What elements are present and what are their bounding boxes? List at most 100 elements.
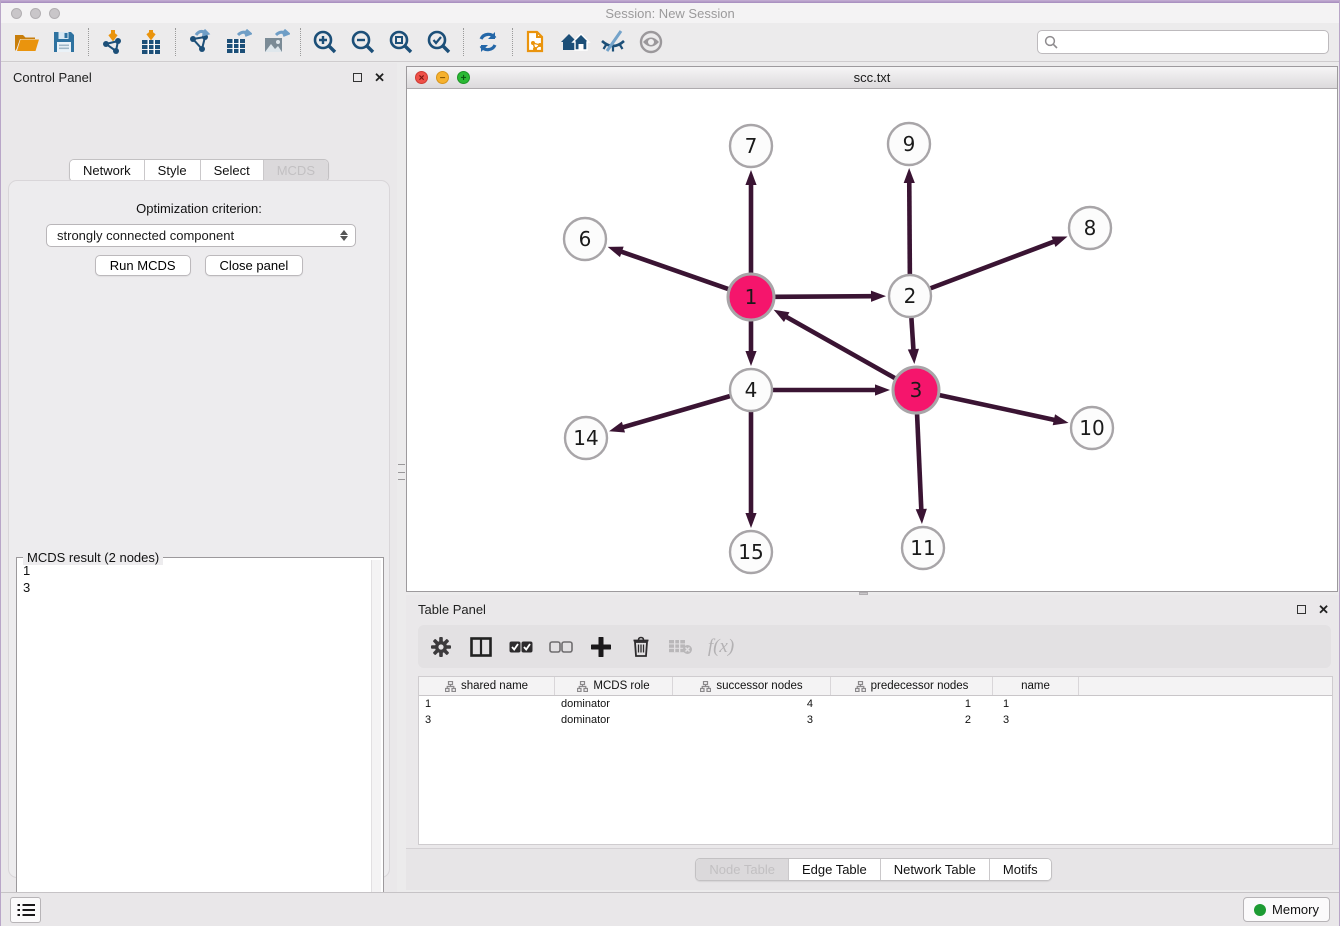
table-cell[interactable]: 3 xyxy=(673,712,831,728)
clone-network-button[interactable] xyxy=(522,27,552,57)
show-hidden-button[interactable] xyxy=(636,27,666,57)
tab-mcds[interactable]: MCDS xyxy=(264,160,328,181)
search-field-container xyxy=(1037,30,1329,54)
run-mcds-button[interactable]: Run MCDS xyxy=(95,255,191,276)
export-network-button[interactable] xyxy=(185,27,215,57)
edge-1-2[interactable] xyxy=(775,291,886,302)
table-cell[interactable]: 1 xyxy=(831,696,993,712)
deselect-all-button[interactable] xyxy=(548,634,574,660)
mcds-result-text[interactable]: 1 3 xyxy=(19,560,371,926)
float-panel-icon[interactable] xyxy=(353,73,362,82)
table-row[interactable]: 3dominator323 xyxy=(419,712,1332,728)
table-settings-button[interactable] xyxy=(428,634,454,660)
close-table-panel-icon[interactable]: ✕ xyxy=(1318,605,1329,614)
table-cell[interactable]: 4 xyxy=(673,696,831,712)
optimization-criterion-select[interactable]: strongly connected component xyxy=(46,224,356,247)
table-cell[interactable]: 3 xyxy=(993,712,1079,728)
tab-edge-table[interactable]: Edge Table xyxy=(789,859,881,880)
open-session-button[interactable] xyxy=(11,27,41,57)
table-cell[interactable]: 2 xyxy=(831,712,993,728)
export-table-button[interactable] xyxy=(223,27,253,57)
network-window-titlebar[interactable]: scc.txt × − + xyxy=(407,67,1337,89)
column-header-predecessor-nodes[interactable]: predecessor nodes xyxy=(831,677,993,695)
edge-2-3[interactable] xyxy=(908,318,919,364)
edge-3-1[interactable] xyxy=(774,310,895,378)
selected-option-label: strongly connected component xyxy=(57,228,234,243)
edge-2-9[interactable] xyxy=(904,168,915,274)
first-neighbors-button[interactable] xyxy=(560,27,590,57)
graph-node-2[interactable]: 2 xyxy=(889,275,931,317)
tab-network[interactable]: Network xyxy=(70,160,145,181)
toolbar-separator xyxy=(88,28,89,56)
delete-column-button[interactable] xyxy=(628,634,654,660)
clone-network-icon xyxy=(524,28,550,56)
column-header-shared-name[interactable]: shared name xyxy=(419,677,555,695)
application-window: Session: New Session xyxy=(0,0,1340,926)
export-image-button[interactable] xyxy=(261,27,291,57)
graph-node-7[interactable]: 7 xyxy=(730,125,772,167)
graph-node-14[interactable]: 14 xyxy=(565,417,607,459)
import-network-button[interactable] xyxy=(98,27,128,57)
import-table-button[interactable] xyxy=(136,27,166,57)
table-cell[interactable]: 1 xyxy=(993,696,1079,712)
show-columns-button[interactable] xyxy=(468,634,494,660)
edge-1-6[interactable] xyxy=(608,247,729,290)
edge-3-10[interactable] xyxy=(939,395,1068,425)
edge-4-3[interactable] xyxy=(773,384,890,395)
table-cell[interactable]: 1 xyxy=(419,696,555,712)
column-header-name[interactable]: name xyxy=(993,677,1079,695)
edge-4-15[interactable] xyxy=(745,412,756,528)
open-folder-icon xyxy=(13,30,40,54)
graph-node-4[interactable]: 4 xyxy=(730,369,772,411)
tab-motifs[interactable]: Motifs xyxy=(990,859,1051,880)
result-scrollbar[interactable] xyxy=(371,560,381,926)
graph-node-8[interactable]: 8 xyxy=(1069,207,1111,249)
zoom-in-button[interactable] xyxy=(310,27,340,57)
search-input[interactable] xyxy=(1037,30,1329,54)
zoom-fit-button[interactable] xyxy=(386,27,416,57)
graph-node-15[interactable]: 15 xyxy=(730,531,772,573)
edge-2-8[interactable] xyxy=(931,236,1068,288)
graph-node-9[interactable]: 9 xyxy=(888,123,930,165)
memory-button[interactable]: Memory xyxy=(1243,897,1330,922)
network-graph[interactable]: 7 9 6 8 1 2 4 3 14 10 15 11 xyxy=(407,89,1337,590)
table-cell[interactable]: dominator xyxy=(555,712,673,728)
delete-table-button[interactable] xyxy=(668,634,694,660)
graph-node-10[interactable]: 10 xyxy=(1071,407,1113,449)
graph-node-3[interactable]: 3 xyxy=(893,367,939,413)
refresh-button[interactable] xyxy=(473,27,503,57)
eye-slash-icon xyxy=(599,29,627,55)
tab-style[interactable]: Style xyxy=(145,160,201,181)
node-table: shared nameMCDS rolesuccessor nodesprede… xyxy=(418,676,1333,845)
close-panel-button[interactable]: Close panel xyxy=(205,255,304,276)
task-history-button[interactable] xyxy=(10,897,41,923)
memory-status-icon xyxy=(1254,904,1266,916)
edge-1-7[interactable] xyxy=(745,170,756,273)
edge-1-4[interactable] xyxy=(745,321,756,366)
select-all-button[interactable] xyxy=(508,634,534,660)
float-table-panel-icon[interactable] xyxy=(1297,605,1306,614)
add-column-button[interactable] xyxy=(588,634,614,660)
zoom-out-button[interactable] xyxy=(348,27,378,57)
network-canvas[interactable]: 7 9 6 8 1 2 4 3 14 10 15 11 xyxy=(407,89,1337,590)
close-panel-icon[interactable]: ✕ xyxy=(374,73,385,82)
zoom-selected-button[interactable] xyxy=(424,27,454,57)
column-header-MCDS-role[interactable]: MCDS role xyxy=(555,677,673,695)
function-builder-button[interactable]: f(x) xyxy=(708,634,734,660)
hide-selected-button[interactable] xyxy=(598,27,628,57)
tab-node-table[interactable]: Node Table xyxy=(696,859,789,880)
graph-node-6[interactable]: 6 xyxy=(564,218,606,260)
edge-4-14[interactable] xyxy=(609,396,730,432)
vertical-splitter-grip[interactable] xyxy=(398,464,405,480)
table-cell[interactable]: 3 xyxy=(419,712,555,728)
edge-3-11[interactable] xyxy=(916,414,927,524)
save-session-button[interactable] xyxy=(49,27,79,57)
graph-node-1[interactable]: 1 xyxy=(728,274,774,320)
table-row[interactable]: 1dominator411 xyxy=(419,696,1332,712)
graph-node-11[interactable]: 11 xyxy=(902,527,944,569)
table-cell[interactable]: dominator xyxy=(555,696,673,712)
table-panel-footer: Node TableEdge TableNetwork TableMotifs xyxy=(406,848,1340,890)
tab-network-table[interactable]: Network Table xyxy=(881,859,990,880)
tab-select[interactable]: Select xyxy=(201,160,264,181)
column-header-successor-nodes[interactable]: successor nodes xyxy=(673,677,831,695)
